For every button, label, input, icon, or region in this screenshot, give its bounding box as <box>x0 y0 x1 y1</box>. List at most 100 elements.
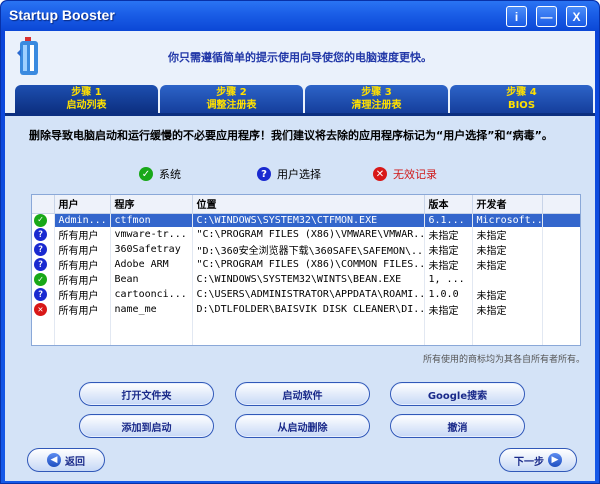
empty-cell <box>110 317 193 331</box>
cell-extra <box>542 242 580 257</box>
tab-step-4-label: BIOS <box>507 100 536 111</box>
tab-step-4[interactable]: 步骤 4 BIOS <box>450 85 593 113</box>
error-icon: ✕ <box>373 167 387 181</box>
arrow-left-icon: ◀ <box>47 453 61 467</box>
column-icon[interactable] <box>32 195 55 214</box>
cell-version: 1.0.0 <box>424 287 473 302</box>
client-area: 你只需遵循简单的提示使用向导使您的电脑速度更快。 步骤 1 启动列表 步骤 2 … <box>5 31 595 481</box>
table-row[interactable]: ✓ 所有用户 Bean C:\WINDOWS\SYSTEM32\WINTS\BEAN.… <box>32 272 580 287</box>
legend-user-choice-label: 用户选择 <box>277 168 321 181</box>
cell-developer: 未指定 <box>472 227 543 242</box>
startup-table: 用户 程序 位置 版本 开发者 ✓ Admin... ctfmon C:\WINDOW… <box>32 195 580 345</box>
arrow-right-icon: ▶ <box>548 453 562 467</box>
cell-location: D:\DTLFOLDER\BAISVIK DISK CLEANER\DI... <box>192 302 425 317</box>
table-header: 用户 程序 位置 版本 开发者 <box>32 195 580 214</box>
cell-developer: 未指定 <box>472 257 543 272</box>
open-folder-button[interactable]: 打开文件夹 <box>79 382 214 406</box>
empty-cell <box>192 317 425 331</box>
empty-cell <box>542 331 580 345</box>
cell-extra <box>542 302 580 317</box>
cell-user: 所有用户 <box>54 227 111 242</box>
next-button[interactable]: 下一步 ▶ <box>499 448 577 472</box>
table-row[interactable]: ? 所有用户 cartoonci... C:\USERS\ADMINISTRATOR\… <box>32 287 580 302</box>
cell-extra <box>542 213 580 227</box>
title-bar[interactable]: Startup Booster i — X <box>1 1 599 31</box>
info-button[interactable]: i <box>506 6 527 27</box>
check-icon: ✓ <box>34 213 47 227</box>
table-row[interactable]: ? 所有用户 Adobe ARM "C:\PROGRAM FILES (X86)\CO… <box>32 257 580 272</box>
column-user[interactable]: 用户 <box>54 195 111 214</box>
cell-developer <box>472 272 543 287</box>
cell-program: 360Safetray <box>110 242 193 257</box>
cell-user: Admin... <box>54 213 111 227</box>
google-search-button[interactable]: Google搜索 <box>390 382 525 406</box>
column-location[interactable]: 位置 <box>192 195 425 214</box>
cell-version: 未指定 <box>424 257 473 272</box>
legend-user-choice: ? 用户选择 <box>257 166 321 182</box>
tab-step-1[interactable]: 步骤 1 启动列表 <box>15 85 158 113</box>
row-status-cell: ✓ <box>32 272 55 287</box>
row-status-cell: ? <box>32 242 55 257</box>
cell-developer: Microsoft... <box>472 213 543 227</box>
startup-list[interactable]: 用户 程序 位置 版本 开发者 ✓ Admin... ctfmon C:\WINDOW… <box>31 194 581 346</box>
legend-system-label: 系统 <box>159 168 181 181</box>
cell-location: C:\WINDOWS\SYSTEM32\WINTS\BEAN.EXE <box>192 272 425 287</box>
column-developer[interactable]: 开发者 <box>472 195 543 214</box>
empty-cell <box>472 331 543 345</box>
empty-cell <box>424 317 473 331</box>
table-row[interactable]: ✓ Admin... ctfmon C:\WINDOWS\SYSTEM32\CTFMO… <box>32 213 580 227</box>
close-button[interactable]: X <box>566 6 587 27</box>
cell-location: C:\WINDOWS\SYSTEM32\CTFMON.EXE <box>192 213 425 227</box>
cell-program: Adobe ARM <box>110 257 193 272</box>
question-icon: ? <box>257 167 271 181</box>
row-status-cell: ✓ <box>32 213 55 227</box>
column-version[interactable]: 版本 <box>424 195 473 214</box>
undo-button[interactable]: 撤消 <box>390 414 525 438</box>
legend-invalid-label: 无效记录 <box>393 168 437 181</box>
column-program[interactable]: 程序 <box>110 195 193 214</box>
tab-step-2-number: 步骤 2 <box>216 87 247 98</box>
tab-step-1-label: 启动列表 <box>66 100 107 111</box>
cell-program: vmware-tr... <box>110 227 193 242</box>
cell-extra <box>542 287 580 302</box>
cell-location: C:\USERS\ADMINISTRATOR\APPDATA\ROAMI... <box>192 287 425 302</box>
error-icon: ✕ <box>34 303 47 316</box>
cell-program: ctfmon <box>110 213 193 227</box>
empty-row <box>32 331 580 345</box>
cell-user: 所有用户 <box>54 302 111 317</box>
tab-step-3-label: 清理注册表 <box>351 100 402 111</box>
table-row[interactable]: ✕ 所有用户 name_me D:\DTLFOLDER\BAISVIK DISK CL… <box>32 302 580 317</box>
empty-cell <box>54 317 111 331</box>
table-row[interactable]: ? 所有用户 vmware-tr... "C:\PROGRAM FILES (X86)… <box>32 227 580 242</box>
legend-invalid: ✕ 无效记录 <box>373 166 437 182</box>
check-icon: ✓ <box>139 167 153 181</box>
cell-extra <box>542 272 580 287</box>
row-status-cell: ? <box>32 257 55 272</box>
minimize-button[interactable]: — <box>536 6 557 27</box>
cell-version: 未指定 <box>424 227 473 242</box>
row-status-cell: ✕ <box>32 302 55 317</box>
tab-step-3[interactable]: 步骤 3 清理注册表 <box>305 85 448 113</box>
empty-cell <box>472 317 543 331</box>
empty-cell <box>54 331 111 345</box>
header-instruction: 你只需遵循简单的提示使用向导使您的电脑速度更快。 <box>168 51 432 64</box>
cell-version: 未指定 <box>424 302 473 317</box>
cell-developer: 未指定 <box>472 287 543 302</box>
add-to-startup-button[interactable]: 添加到启动 <box>79 414 214 438</box>
cell-location: "C:\PROGRAM FILES (X86)\COMMON FILES... <box>192 257 425 272</box>
cell-location: "C:\PROGRAM FILES (X86)\VMWARE\VMWAR... <box>192 227 425 242</box>
remove-from-startup-button[interactable]: 从启动删除 <box>235 414 370 438</box>
trademark-note: 所有使用的商标均为其各自所有者所有。 <box>422 355 585 365</box>
app-window: Startup Booster i — X 你只需遵循简单的提示使用向导使您的电… <box>0 0 600 484</box>
cell-user: 所有用户 <box>54 287 111 302</box>
tab-step-1-number: 步骤 1 <box>71 87 102 98</box>
launch-software-button[interactable]: 启动软件 <box>235 382 370 406</box>
empty-cell <box>110 331 193 345</box>
back-button[interactable]: ◀ 返回 <box>27 448 105 472</box>
tab-step-2[interactable]: 步骤 2 调整注册表 <box>160 85 303 113</box>
cell-version: 6.1... <box>424 213 473 227</box>
cell-program: cartoonci... <box>110 287 193 302</box>
table-row[interactable]: ? 所有用户 360Safetray "D:\360安全浏览器下载\360SAFE\S… <box>32 242 580 257</box>
cell-extra <box>542 227 580 242</box>
cell-user: 所有用户 <box>54 242 111 257</box>
